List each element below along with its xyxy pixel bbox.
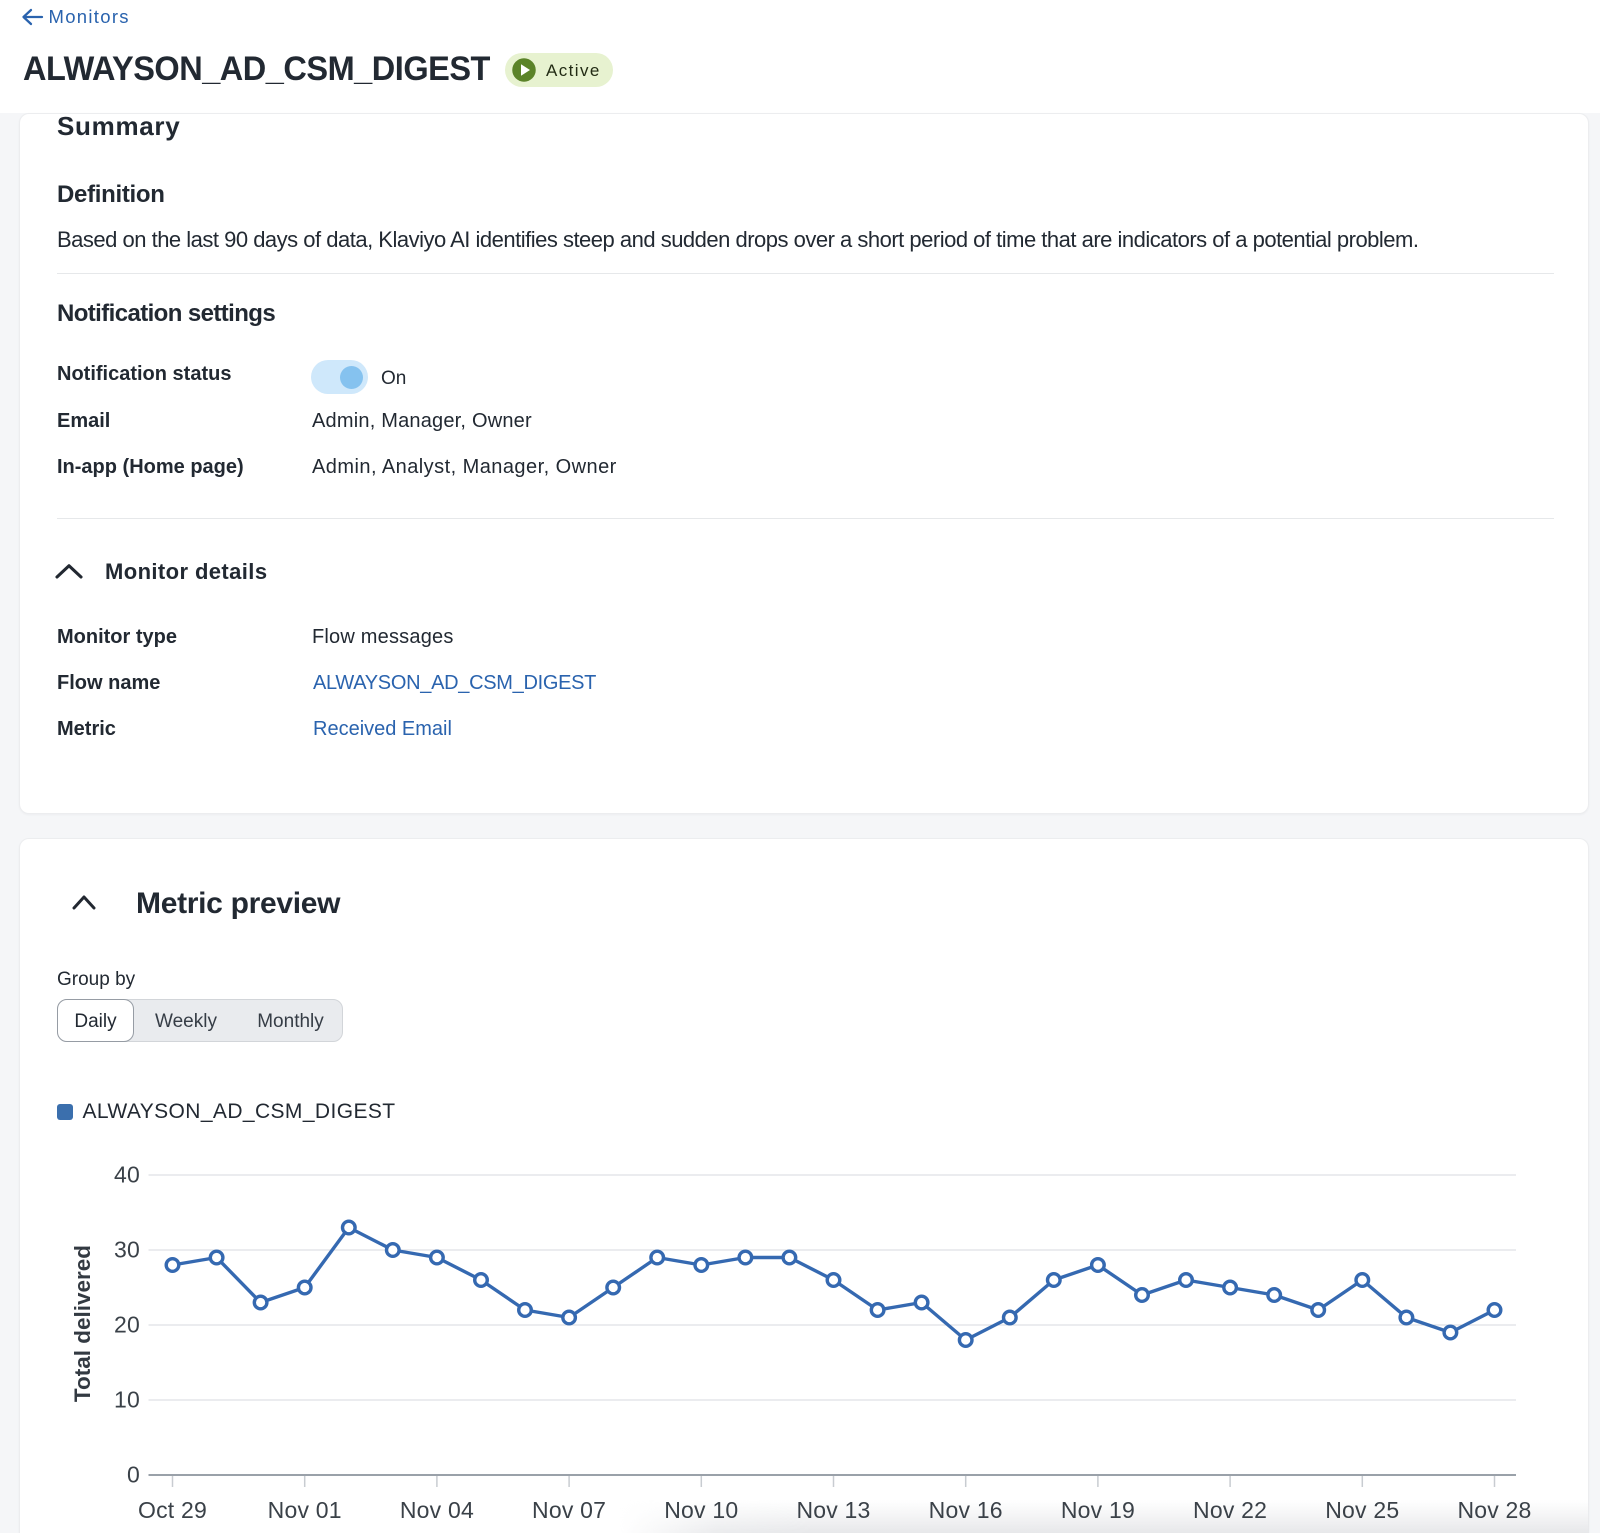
svg-text:Nov 25: Nov 25 [1325,1497,1399,1523]
svg-text:Nov 04: Nov 04 [400,1497,474,1523]
svg-text:Nov 28: Nov 28 [1457,1497,1531,1523]
svg-text:40: 40 [114,1162,140,1188]
svg-text:30: 30 [114,1237,140,1263]
svg-text:Nov 01: Nov 01 [268,1497,342,1523]
svg-text:Nov 16: Nov 16 [929,1497,1003,1523]
svg-text:Nov 10: Nov 10 [664,1497,738,1523]
svg-text:Total delivered: Total delivered [70,1245,95,1402]
svg-text:Nov 19: Nov 19 [1061,1497,1135,1523]
svg-text:20: 20 [114,1312,140,1338]
svg-text:Nov 07: Nov 07 [532,1497,606,1523]
svg-text:Oct 29: Oct 29 [138,1497,207,1523]
svg-text:0: 0 [127,1462,140,1488]
svg-text:Nov 22: Nov 22 [1193,1497,1267,1523]
svg-text:Nov 13: Nov 13 [796,1497,870,1523]
svg-text:10: 10 [114,1387,140,1413]
